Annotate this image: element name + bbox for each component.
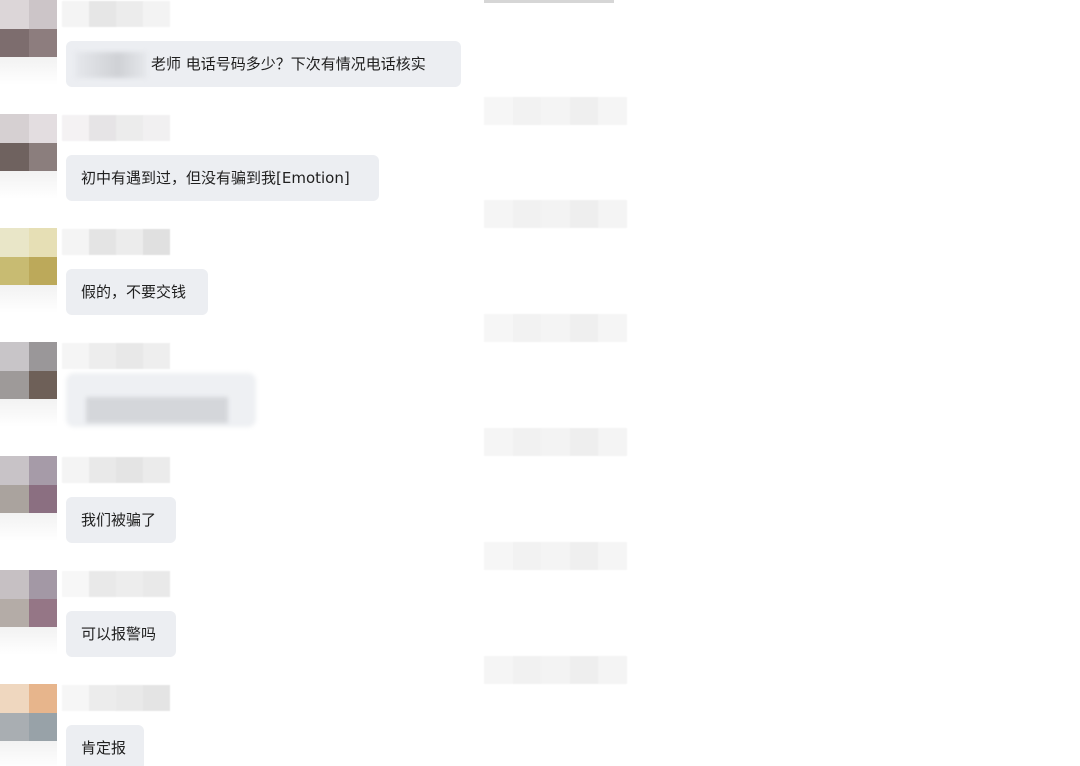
username-blurred	[62, 1, 170, 27]
timestamp-blurred	[484, 656, 627, 684]
timestamp-blurred	[484, 314, 627, 342]
message-row: 可以报警吗	[0, 570, 470, 670]
avatar[interactable]	[0, 456, 57, 513]
avatar-fade	[0, 171, 57, 199]
message-row: 我们被骗了	[0, 456, 470, 556]
timestamp-blurred	[484, 97, 627, 125]
message-bubble[interactable]: 老师 电话号码多少？下次有情况电话核实	[66, 41, 461, 87]
message-bubble[interactable]: 肯定报	[66, 725, 144, 766]
avatar[interactable]	[0, 0, 57, 57]
message-text: 老师 电话号码多少？下次有情况电话核实	[151, 55, 426, 73]
message-bubble[interactable]: 初中有遇到过，但没有骗到我[Emotion]	[66, 155, 379, 201]
message-row	[0, 342, 470, 442]
avatar-fade	[0, 741, 57, 766]
avatar-fade	[0, 399, 57, 427]
username-blurred	[62, 115, 170, 141]
masked-text	[75, 51, 147, 78]
masked-text	[86, 397, 228, 423]
timestamp-blurred	[484, 0, 614, 3]
avatar[interactable]	[0, 114, 57, 171]
timestamp-blurred	[484, 200, 627, 228]
username-blurred	[62, 343, 170, 369]
username-blurred	[62, 229, 170, 255]
message-row: 初中有遇到过，但没有骗到我[Emotion]	[0, 114, 470, 214]
message-text: 可以报警吗	[81, 625, 157, 643]
chat-message-list[interactable]: 老师 电话号码多少？下次有情况电话核实初中有遇到过，但没有骗到我[Emotion…	[0, 0, 1080, 766]
message-text: 假的，不要交钱	[81, 283, 187, 301]
message-row: 肯定报	[0, 684, 470, 766]
avatar[interactable]	[0, 228, 57, 285]
message-row: 假的，不要交钱	[0, 228, 470, 328]
avatar[interactable]	[0, 684, 57, 741]
timestamp-blurred	[484, 542, 627, 570]
avatar-fade	[0, 513, 57, 541]
avatar-fade	[0, 285, 57, 313]
message-row: 老师 电话号码多少？下次有情况电话核实	[0, 0, 470, 100]
message-text: 我们被骗了	[81, 511, 157, 529]
avatar[interactable]	[0, 570, 57, 627]
message-bubble-blurred[interactable]	[66, 373, 256, 427]
message-bubble[interactable]: 假的，不要交钱	[66, 269, 208, 315]
message-text: 初中有遇到过，但没有骗到我[Emotion]	[81, 169, 350, 187]
username-blurred	[62, 571, 170, 597]
username-blurred	[62, 685, 170, 711]
timestamp-blurred	[484, 428, 627, 456]
avatar-fade	[0, 57, 57, 85]
message-bubble[interactable]: 可以报警吗	[66, 611, 176, 657]
message-text: 肯定报	[81, 739, 127, 757]
username-blurred	[62, 457, 170, 483]
message-bubble[interactable]: 我们被骗了	[66, 497, 176, 543]
avatar-fade	[0, 627, 57, 655]
avatar[interactable]	[0, 342, 57, 399]
